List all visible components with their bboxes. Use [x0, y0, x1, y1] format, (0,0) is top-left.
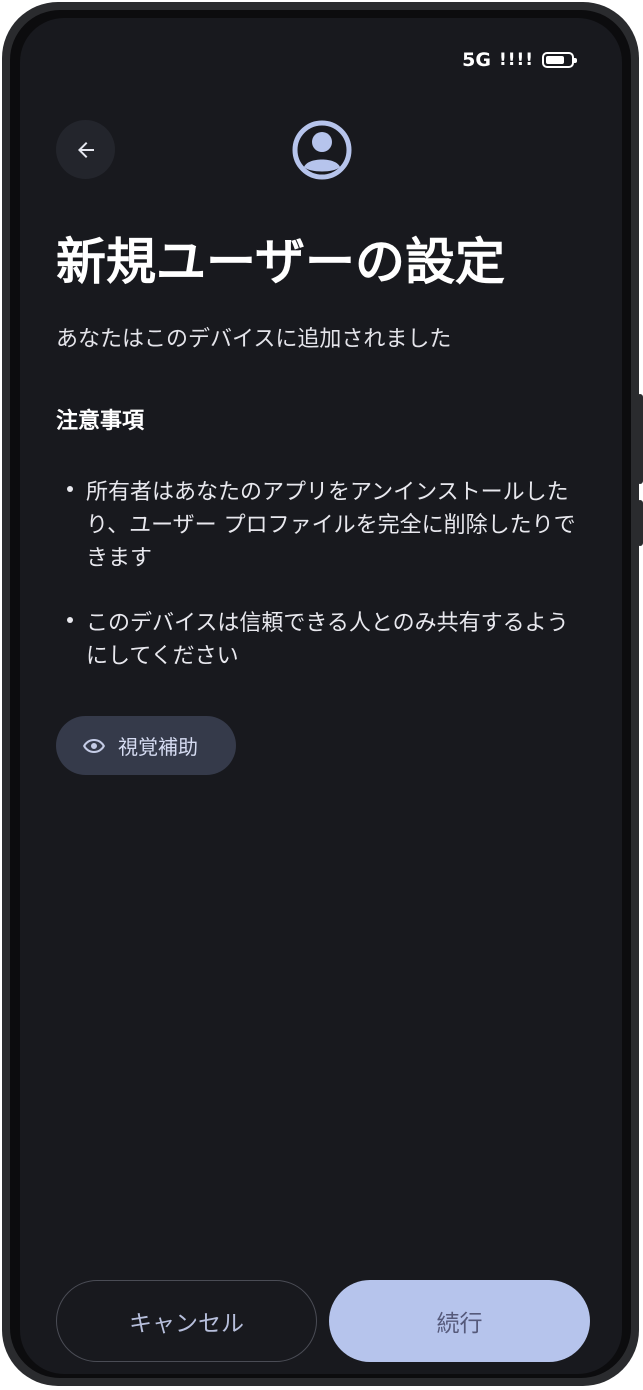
status-bar: 5G !!!! [462, 48, 577, 72]
signal-icon: !!!! [498, 50, 534, 70]
phone-frame: 5G !!!! 新規ユーザーの設定 あなたはこのデバイスに追加されました 注意事… [2, 2, 643, 1386]
battery-fill [546, 56, 564, 64]
eye-icon [83, 738, 105, 753]
notes-list: 所有者はあなたのアプリをアンインストールしたり、ユーザー プロファイルを完全に削… [64, 476, 584, 705]
screen: 5G !!!! 新規ユーザーの設定 あなたはこのデバイスに追加されました 注意事… [20, 18, 622, 1374]
notes-heading: 注意事項 [56, 409, 145, 434]
account-circle-icon [292, 120, 352, 180]
network-type: 5G [462, 49, 491, 71]
page-title: 新規ユーザーの設定 [56, 233, 505, 291]
accessibility-button-label: 視覚補助 [118, 735, 198, 759]
back-button[interactable] [56, 120, 115, 179]
accessibility-button[interactable]: 視覚補助 [56, 716, 236, 775]
note-item: このデバイスは信頼できる人とのみ共有するようにしてください [64, 607, 584, 673]
page-subtitle: あなたはこのデバイスに追加されました [56, 327, 452, 352]
note-item: 所有者はあなたのアプリをアンインストールしたり、ユーザー プロファイルを完全に削… [64, 476, 584, 575]
battery-icon [542, 52, 577, 68]
power-button [637, 500, 643, 546]
continue-button[interactable]: 続行 [329, 1280, 590, 1362]
arrow-left-icon [77, 141, 94, 158]
volume-button [637, 394, 643, 484]
cancel-button[interactable]: キャンセル [56, 1280, 317, 1362]
